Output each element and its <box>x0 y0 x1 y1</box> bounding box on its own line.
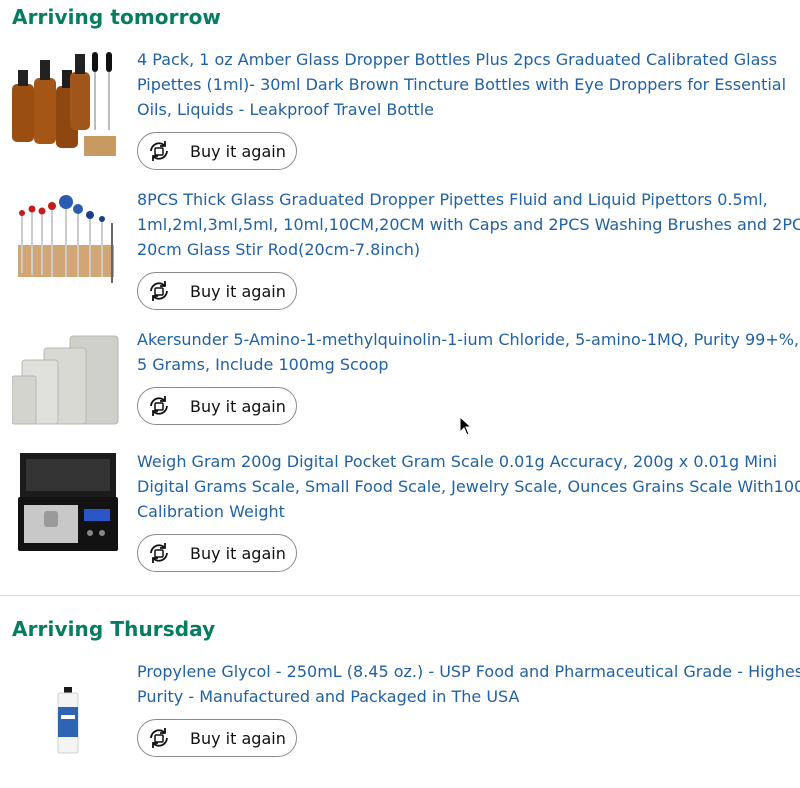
item-title-link[interactable]: 4 Pack, 1 oz Amber Glass Dropper Bottles… <box>137 47 800 122</box>
item-title-link[interactable]: Propylene Glycol - 250mL (8.45 oz.) - US… <box>137 659 800 709</box>
reorder-icon <box>144 276 174 306</box>
propylene-bottle-image[interactable] <box>12 687 122 757</box>
buy-it-again-button[interactable]: Buy it again <box>137 534 297 572</box>
pocket-scale-image[interactable] <box>12 451 122 555</box>
amber-dropper-bottles-image[interactable] <box>12 50 122 160</box>
item-title-link[interactable]: Akersunder 5-Amino-1-methylquinolin-1-iu… <box>137 327 800 377</box>
reorder-icon <box>144 723 174 753</box>
reorder-icon <box>144 391 174 421</box>
glass-pipettes-image[interactable] <box>12 193 122 293</box>
buy-it-again-button[interactable]: Buy it again <box>137 719 297 757</box>
buy-it-again-label: Buy it again <box>190 543 286 563</box>
buy-it-again-button[interactable]: Buy it again <box>137 132 297 170</box>
buy-it-again-button[interactable]: Buy it again <box>137 272 297 310</box>
buy-it-again-label: Buy it again <box>190 396 286 416</box>
buy-it-again-button[interactable]: Buy it again <box>137 387 297 425</box>
mouse-pointer-icon <box>459 415 473 440</box>
section-divider <box>0 595 800 596</box>
foil-pouches-image[interactable] <box>12 330 122 430</box>
buy-it-again-label: Buy it again <box>190 141 286 161</box>
item-title-link[interactable]: 8PCS Thick Glass Graduated Dropper Pipet… <box>137 187 800 262</box>
reorder-icon <box>144 538 174 568</box>
reorder-icon <box>144 136 174 166</box>
section-heading-tomorrow: Arriving tomorrow <box>12 5 221 29</box>
section-heading-thursday: Arriving Thursday <box>12 617 216 641</box>
item-title-link[interactable]: Weigh Gram 200g Digital Pocket Gram Scal… <box>137 449 800 524</box>
buy-it-again-label: Buy it again <box>190 281 286 301</box>
buy-it-again-label: Buy it again <box>190 728 286 748</box>
